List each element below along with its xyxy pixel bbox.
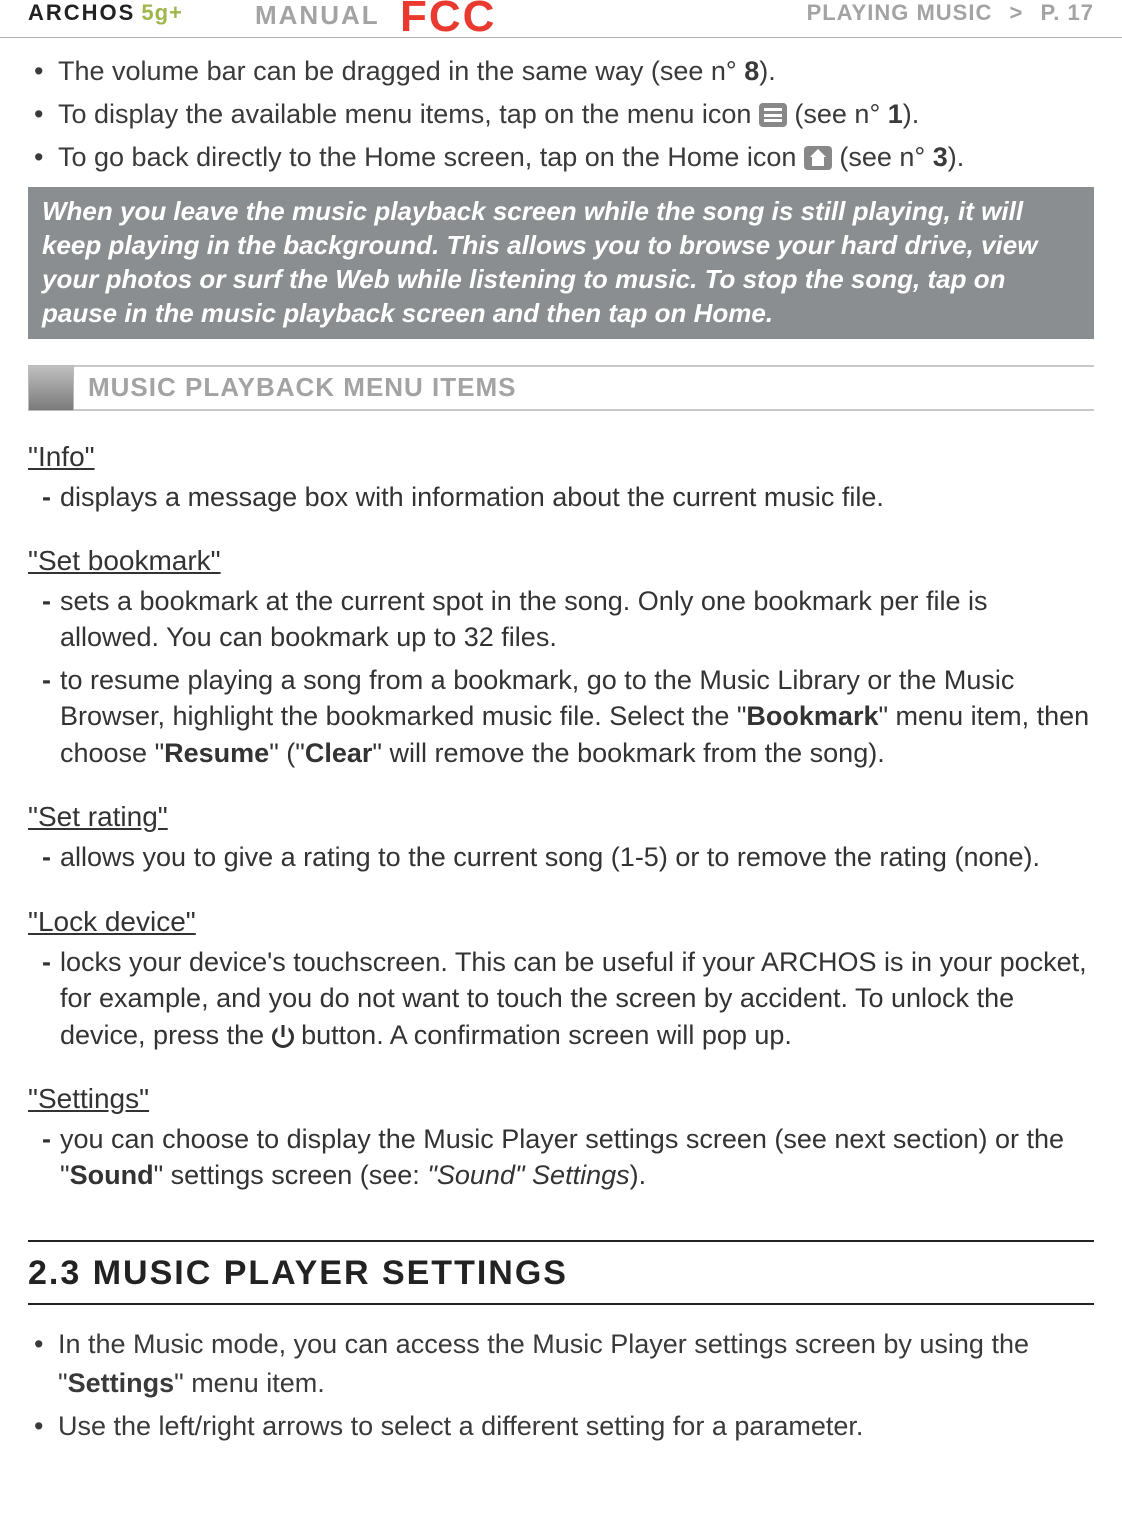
list-item: you can choose to display the Music Play…: [60, 1121, 1094, 1194]
content: The volume bar can be dragged in the sam…: [0, 38, 1122, 1446]
brand-logo: ARCHOS: [28, 0, 135, 26]
separator: >: [1009, 0, 1023, 25]
list-item: sets a bookmark at the current spot in t…: [60, 583, 1094, 656]
text: (see n°: [832, 142, 933, 172]
bold-term: Settings: [68, 1368, 175, 1398]
page-number: P. 17: [1040, 0, 1094, 25]
dash-list: sets a bookmark at the current spot in t…: [28, 583, 1094, 771]
top-bullet-list: The volume bar can be dragged in the sam…: [28, 52, 1094, 177]
menu-item-heading: "Lock device": [28, 906, 1094, 938]
text: ).: [759, 56, 776, 86]
text: " menu item.: [174, 1368, 325, 1398]
bullet-item: Use the left/right arrows to select a di…: [28, 1407, 1094, 1446]
menu-item-heading: "Set bookmark": [28, 545, 1094, 577]
list-item: displays a message box with information …: [60, 479, 1094, 515]
text: " (": [269, 738, 305, 768]
menu-item-heading: "Info": [28, 441, 1094, 473]
bottom-bullet-list: In the Music mode, you can access the Mu…: [28, 1325, 1094, 1446]
header-right: PLAYING MUSIC > P. 17: [807, 0, 1094, 26]
text: The volume bar can be dragged in the sam…: [58, 56, 744, 86]
text: ).: [903, 99, 920, 129]
dash-list: displays a message box with information …: [28, 479, 1094, 515]
bold-term: Clear: [305, 738, 373, 768]
list-item: to resume playing a song from a bookmark…: [60, 662, 1094, 771]
dash-list: locks your device's touchscreen. This ca…: [28, 944, 1094, 1053]
ref-number: 3: [933, 142, 948, 172]
list-item: locks your device's touchscreen. This ca…: [60, 944, 1094, 1053]
note-box: When you leave the music playback screen…: [28, 187, 1094, 338]
fcc-label: FCC: [400, 0, 496, 42]
section-heading: 2.3 MUSIC PLAYER SETTINGS: [28, 1240, 1094, 1305]
menu-icon: [759, 103, 787, 127]
text: button. A confirmation screen will pop u…: [294, 1020, 792, 1050]
bullet-item: The volume bar can be dragged in the sam…: [28, 52, 1094, 91]
dash-list: allows you to give a rating to the curre…: [28, 839, 1094, 875]
text: To go back directly to the Home screen, …: [58, 142, 804, 172]
text: " settings screen (see:: [154, 1160, 428, 1190]
band-icon: [28, 365, 74, 411]
brand-suffix: 5g+: [141, 0, 183, 26]
list-item: allows you to give a rating to the curre…: [60, 839, 1094, 875]
bold-term: Sound: [70, 1160, 154, 1190]
text: ).: [948, 142, 965, 172]
manual-label: MANUAL: [255, 0, 380, 31]
bold-term: Resume: [164, 738, 269, 768]
band-title: MUSIC PLAYBACK MENU ITEMS: [88, 372, 517, 403]
text: (see n°: [787, 99, 888, 129]
bullet-item: To display the available menu items, tap…: [28, 95, 1094, 134]
bullet-item: In the Music mode, you can access the Mu…: [28, 1325, 1094, 1403]
power-icon: [272, 1026, 294, 1048]
text: ).: [630, 1160, 647, 1190]
menu-item-heading: "Settings": [28, 1083, 1094, 1115]
home-icon: [804, 146, 832, 170]
section-band: MUSIC PLAYBACK MENU ITEMS: [28, 365, 1094, 411]
text: " will remove the bookmark from the song…: [372, 738, 884, 768]
page-header: ARCHOS 5g+ MANUAL FCC PLAYING MUSIC > P.…: [0, 0, 1122, 38]
menu-item-heading: "Set rating": [28, 801, 1094, 833]
dash-list: you can choose to display the Music Play…: [28, 1121, 1094, 1194]
bold-term: Bookmark: [746, 701, 878, 731]
bullet-item: To go back directly to the Home screen, …: [28, 138, 1094, 177]
section-name: PLAYING MUSIC: [807, 0, 993, 25]
italic-ref: "Sound" Settings: [427, 1160, 629, 1190]
ref-number: 1: [888, 99, 903, 129]
text: To display the available menu items, tap…: [58, 99, 759, 129]
ref-number: 8: [744, 56, 759, 86]
